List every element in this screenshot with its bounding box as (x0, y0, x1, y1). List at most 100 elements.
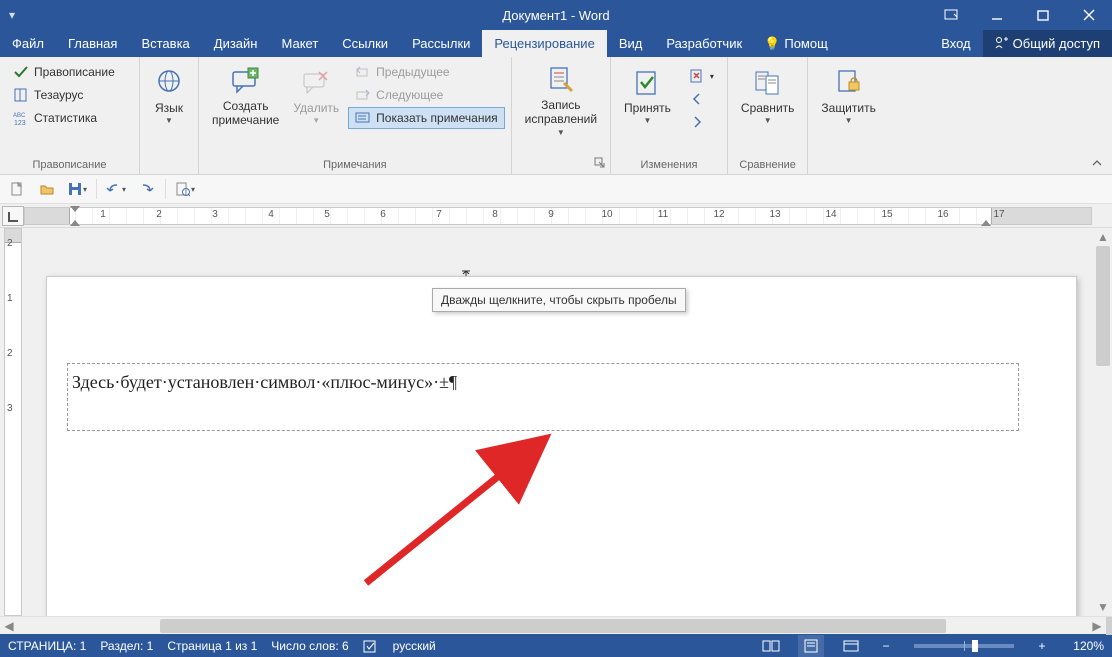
scroll-thumb[interactable] (1096, 246, 1110, 366)
window-controls (928, 0, 1112, 30)
tab-layout[interactable]: Макет (269, 30, 330, 57)
vertical-scrollbar[interactable]: ▲ ▼ (1094, 228, 1112, 616)
titlebar: ▾ Документ1 - Word (0, 0, 1112, 30)
tab-references[interactable]: Ссылки (330, 30, 400, 57)
dropdown-icon: ▼ (165, 116, 173, 125)
group-protect: Защитить ▼ (808, 57, 888, 174)
scroll-down-icon[interactable]: ▼ (1094, 598, 1112, 616)
horizontal-ruler-bar: 1234 5678 9101112 13141516 17 (0, 204, 1112, 228)
language-button[interactable]: Язык ▼ (146, 61, 192, 131)
horizontal-scrollbar[interactable]: ◀ ▶ (0, 616, 1112, 634)
scroll-left-icon[interactable]: ◀ (0, 617, 18, 635)
status-wordcount[interactable]: Число слов: 6 (271, 639, 348, 653)
tab-selector[interactable] (2, 206, 24, 226)
word-count-icon: ABC123 (13, 110, 29, 126)
tab-home[interactable]: Главная (56, 30, 129, 57)
status-language[interactable]: русский (393, 639, 436, 653)
new-doc-button[interactable] (6, 178, 28, 200)
lightbulb-icon: 💡 (764, 36, 780, 52)
zoom-thumb[interactable] (972, 640, 978, 652)
collapse-ribbon-icon[interactable] (1088, 156, 1106, 170)
document-body-text[interactable]: Здесь·будет·установлен·символ·«плюс-мину… (68, 364, 1018, 401)
hscroll-thumb[interactable] (160, 619, 946, 633)
hanging-indent-marker[interactable] (70, 220, 80, 226)
track-changes-icon (545, 64, 577, 96)
workspace: 2123 Дважды щелкните, чтобы скрыть пробе… (0, 228, 1112, 616)
show-comments-icon (355, 110, 371, 126)
previous-change-icon (689, 91, 705, 107)
track-changes-button[interactable]: Запись исправлений ▼ (518, 61, 604, 140)
status-section[interactable]: Раздел: 1 (100, 639, 153, 653)
compare-button[interactable]: Сравнить ▼ (734, 61, 801, 131)
qat-dropdown-icon[interactable]: ▾ (6, 0, 18, 30)
document-area[interactable]: Дважды щелкните, чтобы скрыть пробелы Зд… (26, 228, 1112, 616)
split-handle[interactable] (1106, 617, 1112, 635)
horizontal-ruler[interactable]: 1234 5678 9101112 13141516 17 (24, 207, 1092, 225)
zoom-in-icon[interactable]: + (1034, 639, 1050, 653)
next-change-icon (689, 114, 705, 130)
share-button[interactable]: Общий доступ (983, 30, 1112, 57)
zoom-level[interactable]: 120% (1064, 639, 1104, 653)
book-icon (13, 87, 29, 103)
page[interactable] (46, 276, 1077, 616)
next-comment-button: Следующее (348, 84, 505, 106)
new-comment-icon (230, 65, 262, 97)
zoom-out-icon[interactable]: − (878, 639, 894, 653)
dialog-launcher-icon[interactable] (594, 157, 608, 171)
ribbon-display-options-icon[interactable] (928, 0, 974, 30)
delete-comment-icon (300, 67, 332, 99)
ruler-numbers: 1234 5678 9101112 13141516 17 (75, 209, 1091, 220)
status-proofing-icon[interactable] (363, 639, 379, 653)
quick-access-toolbar: ▾ ▾ ▾ (0, 175, 1112, 204)
vertical-ruler[interactable]: 2123 (0, 228, 26, 616)
text-frame[interactable]: Здесь·будет·установлен·символ·«плюс-мину… (67, 363, 1019, 431)
ribbon-tabs: Файл Главная Вставка Дизайн Макет Ссылки… (0, 30, 1112, 57)
thesaurus-button[interactable]: Тезаурус (6, 84, 122, 106)
show-comments-button[interactable]: Показать примечания (348, 107, 505, 129)
new-comment-button[interactable]: Создать примечание (205, 61, 286, 131)
status-bar: СТРАНИЦА: 1 Раздел: 1 Страница 1 из 1 Чи… (0, 634, 1112, 657)
status-page-of[interactable]: Страница 1 из 1 (167, 639, 257, 653)
right-indent-marker[interactable] (981, 220, 991, 226)
next-change-button[interactable] (682, 111, 721, 133)
preview-button[interactable]: ▾ (174, 178, 196, 200)
stats-button[interactable]: ABC123 Статистика (6, 107, 122, 129)
status-page[interactable]: СТРАНИЦА: 1 (8, 639, 86, 653)
scroll-up-icon[interactable]: ▲ (1094, 228, 1112, 246)
tab-view[interactable]: Вид (607, 30, 655, 57)
zoom-slider[interactable] (914, 644, 1014, 648)
close-icon[interactable] (1066, 0, 1112, 30)
open-button[interactable] (36, 178, 58, 200)
undo-button[interactable]: ▾ (105, 178, 127, 200)
read-mode-icon[interactable] (758, 635, 784, 657)
group-label: Изменения (617, 157, 721, 174)
group-comments: Создать примечание Удалить ▼ Предыдущее … (199, 57, 512, 174)
tab-review[interactable]: Рецензирование (482, 30, 606, 57)
login-button[interactable]: Вход (929, 30, 982, 57)
spelling-button[interactable]: Правописание (6, 61, 122, 83)
tab-mailings[interactable]: Рассылки (400, 30, 482, 57)
group-label: Сравнение (734, 157, 801, 174)
accept-button[interactable]: Принять ▼ (617, 61, 678, 131)
tab-insert[interactable]: Вставка (129, 30, 201, 57)
tooltip-hide-whitespace: Дважды щелкните, чтобы скрыть пробелы (432, 288, 686, 312)
tab-design[interactable]: Дизайн (202, 30, 270, 57)
protect-button[interactable]: Защитить ▼ (814, 61, 882, 131)
group-tracking: Запись исправлений ▼ (512, 57, 611, 174)
protect-icon (833, 67, 865, 99)
group-label: Правописание (6, 157, 133, 174)
previous-comment-icon (355, 64, 371, 80)
group-label: Примечания (205, 157, 505, 174)
save-button[interactable]: ▾ (66, 178, 88, 200)
reject-button[interactable]: ▾ (682, 65, 721, 87)
tell-me[interactable]: 💡 Помощ (754, 30, 838, 57)
previous-change-button[interactable] (682, 88, 721, 110)
scroll-right-icon[interactable]: ▶ (1088, 617, 1106, 635)
tab-file[interactable]: Файл (0, 30, 56, 57)
web-layout-icon[interactable] (838, 635, 864, 657)
redo-button[interactable] (135, 178, 157, 200)
minimize-icon[interactable] (974, 0, 1020, 30)
maximize-icon[interactable] (1020, 0, 1066, 30)
print-layout-icon[interactable] (798, 635, 824, 657)
tab-developer[interactable]: Разработчик (654, 30, 754, 57)
